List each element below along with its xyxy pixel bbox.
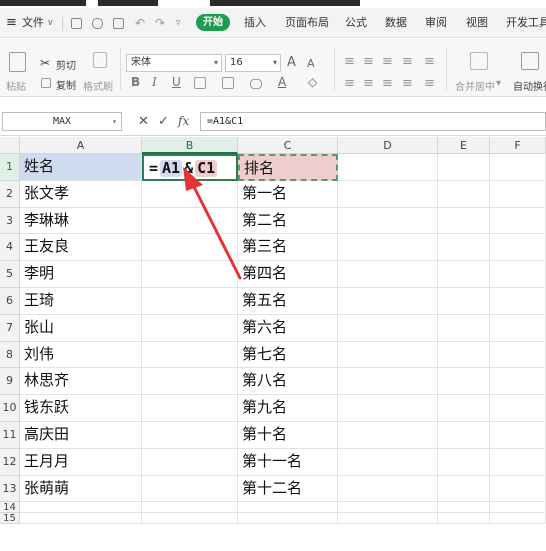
tab-page-layout[interactable]: 页面布局: [285, 14, 329, 32]
name-box[interactable]: MAX ▾: [2, 112, 122, 131]
border-icon[interactable]: [194, 77, 206, 89]
chevron-down-icon: ▾: [112, 117, 117, 126]
font-name-value: 宋体: [131, 57, 151, 68]
formula-bar: MAX ▾ ✕ ✓ fx =A1&C1: [0, 106, 546, 136]
confirm-icon[interactable]: ✓: [158, 114, 169, 129]
merge-center-button[interactable]: 合并居中: [455, 78, 495, 93]
chevron-down-icon: ▾: [272, 58, 277, 67]
name-box-value: MAX: [52, 116, 72, 127]
copy-button[interactable]: 复制: [56, 77, 76, 92]
tab-view[interactable]: 视图: [466, 14, 488, 32]
cell-style-icon[interactable]: [222, 77, 234, 89]
window-top-strip: [0, 0, 546, 8]
align-center-icon[interactable]: ≡: [363, 76, 374, 91]
tab-formulas[interactable]: 公式: [345, 14, 367, 32]
annotation-arrow: [183, 167, 242, 280]
font-size-select[interactable]: 16 ▾: [225, 54, 281, 72]
file-menu-chevron-icon[interactable]: ∨: [47, 14, 54, 32]
file-menu[interactable]: 文件: [22, 14, 44, 32]
ribbon-separator: [334, 48, 335, 90]
ribbon-separator: [120, 48, 121, 90]
merge-center-chevron-icon[interactable]: ▾: [496, 78, 501, 89]
distributed-icon[interactable]: ≡: [424, 76, 435, 91]
insert-function-icon[interactable]: fx: [178, 114, 189, 128]
underline-button[interactable]: U: [172, 75, 181, 89]
print-icon[interactable]: [92, 18, 103, 29]
align-bottom-icon[interactable]: ≡: [382, 54, 393, 69]
eraser-icon[interactable]: ◇: [308, 75, 317, 89]
paste-button[interactable]: 粘贴: [6, 78, 26, 93]
tab-developer[interactable]: 开发工具: [506, 14, 546, 32]
undo-icon[interactable]: ↶: [135, 14, 145, 32]
save-icon[interactable]: [71, 18, 82, 29]
ribbon-separator: [446, 48, 447, 90]
fill-color-icon[interactable]: [250, 79, 262, 89]
format-painter-icon[interactable]: [93, 52, 107, 68]
decrease-font-icon[interactable]: A: [307, 57, 315, 70]
scissors-icon[interactable]: ✂: [40, 56, 50, 70]
hamburger-icon[interactable]: ≡: [6, 14, 17, 32]
tab-data[interactable]: 数据: [385, 14, 407, 32]
menu-separator: [62, 17, 63, 31]
increase-font-icon[interactable]: A: [287, 55, 296, 70]
cancel-icon[interactable]: ✕: [138, 114, 149, 129]
formula-input[interactable]: =A1&C1: [200, 112, 546, 131]
quick-access-more-icon[interactable]: ▿: [176, 14, 181, 32]
indent-icon[interactable]: ≡: [402, 54, 413, 69]
cut-button[interactable]: 剪切: [56, 57, 76, 72]
annotation-arrow-head: [183, 167, 203, 191]
annotation-arrow-shaft: [188, 177, 242, 280]
wrap-text-button[interactable]: 自动换行: [513, 78, 546, 93]
wrap-text-icon[interactable]: [521, 52, 539, 70]
tab-home[interactable]: 开始: [196, 14, 230, 31]
redo-icon[interactable]: ↷: [155, 14, 165, 32]
copy-icon[interactable]: [41, 78, 51, 88]
spreadsheet-grid[interactable]: ABCDEF 1 2 3 4 5 6 7 8 9 10 11 12 13 14 15 姓名 = A1 & C1 排名张…: [0, 137, 546, 551]
chevron-down-icon: ▾: [213, 58, 218, 67]
merge-center-icon[interactable]: [470, 52, 488, 70]
paste-icon[interactable]: [9, 52, 26, 72]
bold-button[interactable]: B: [131, 75, 140, 89]
print-preview-icon[interactable]: [113, 18, 124, 29]
font-size-value: 16: [230, 57, 243, 68]
outdent-icon[interactable]: ≡: [424, 54, 435, 69]
align-middle-icon[interactable]: ≡: [363, 54, 374, 69]
format-painter-button[interactable]: 格式刷: [83, 78, 113, 93]
tab-insert[interactable]: 插入: [244, 14, 266, 32]
italic-button[interactable]: I: [152, 75, 157, 89]
align-left-icon[interactable]: ≡: [344, 76, 355, 91]
justify-icon[interactable]: ≡: [402, 76, 413, 91]
menu-bar: ≡ 文件 ∨ ↶ ↷ ▿ 开始 插入 页面布局 公式 数据 审阅 视图 开发工具: [0, 8, 546, 38]
align-right-icon[interactable]: ≡: [382, 76, 393, 91]
tab-review[interactable]: 审阅: [425, 14, 447, 32]
font-name-select[interactable]: 宋体 ▾: [126, 54, 222, 72]
font-color-icon[interactable]: A: [278, 75, 286, 89]
align-top-icon[interactable]: ≡: [344, 54, 355, 69]
